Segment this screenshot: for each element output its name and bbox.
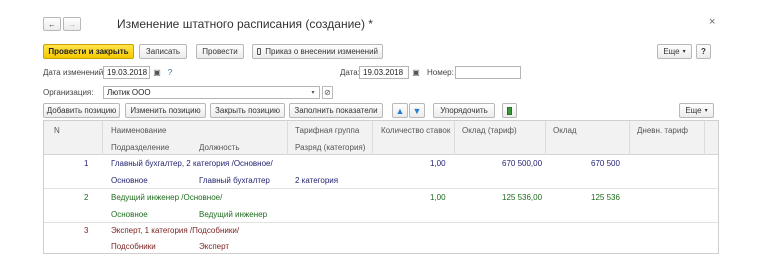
print-order-button[interactable]: Приказ о внесении изменений xyxy=(252,44,383,59)
col-category[interactable]: Разряд (категория) xyxy=(295,143,365,152)
row1-category[interactable]: 2 категория xyxy=(295,176,338,185)
more-menu-button[interactable]: Еще ▾ xyxy=(657,44,692,59)
table-export-icon xyxy=(507,106,512,115)
row2-division[interactable]: Основное xyxy=(111,210,148,219)
row2-salary[interactable]: 125 536 xyxy=(591,193,620,202)
row1-name[interactable]: Главный бухгалтер, 2 категория /Основное… xyxy=(111,159,273,168)
calendar-icon-2[interactable]: ▣ xyxy=(411,66,421,79)
col-salary[interactable]: Оклад xyxy=(553,126,577,135)
printer-icon xyxy=(257,48,262,55)
sort-button[interactable]: Упорядочить xyxy=(433,103,495,118)
row2-salary-tariff[interactable]: 125 536,00 xyxy=(502,193,542,202)
post-button[interactable]: Провести xyxy=(196,44,244,59)
window-title: Изменение штатного расписания (создание)… xyxy=(117,17,373,31)
row1-salary[interactable]: 670 500 xyxy=(591,159,620,168)
col-division[interactable]: Подразделение xyxy=(111,143,169,152)
row1-n[interactable]: 1 xyxy=(84,159,88,168)
row3-n[interactable]: 3 xyxy=(84,226,88,235)
help-button[interactable]: ? xyxy=(696,44,711,59)
row2-n[interactable]: 2 xyxy=(84,193,88,202)
col-count[interactable]: Количество ставок xyxy=(381,126,450,135)
edit-position-button[interactable]: Изменить позицию xyxy=(125,103,206,118)
close-icon[interactable]: × xyxy=(709,16,715,28)
close-position-button[interactable]: Закрыть позицию xyxy=(210,103,285,118)
print-order-label: Приказ о внесении изменений xyxy=(265,47,378,56)
col-salary-tariff[interactable]: Оклад (тариф) xyxy=(462,126,517,135)
fill-indicators-button[interactable]: Заполнить показатели xyxy=(289,103,383,118)
col-position[interactable]: Должность xyxy=(199,143,240,152)
date-label: Дата: xyxy=(340,68,360,77)
number-field[interactable] xyxy=(455,66,521,79)
add-position-button[interactable]: Добавить позицию xyxy=(43,103,120,118)
forward-button[interactable]: → xyxy=(63,17,81,31)
row2-position[interactable]: Ведущий инженер xyxy=(199,210,267,219)
chevron-down-icon: ▾ xyxy=(682,49,686,55)
col-tariff-group[interactable]: Тарифная группа xyxy=(295,126,359,135)
row3-name[interactable]: Эксперт, 1 категория /Подсобники/ xyxy=(111,226,239,235)
table-more-button[interactable]: Еще ▾ xyxy=(679,103,714,118)
row2-name[interactable]: Ведущий инженер /Основное/ xyxy=(111,193,222,202)
positions-table[interactable]: N Наименование Подразделение Должность Т… xyxy=(43,120,719,254)
col-daily-tariff[interactable]: Дневн. тариф xyxy=(637,126,688,135)
row2-count[interactable]: 1,00 xyxy=(430,193,446,202)
table-header: N Наименование Подразделение Должность Т… xyxy=(44,121,718,155)
more-label: Еще xyxy=(663,47,680,56)
move-up-button[interactable]: ▲ xyxy=(392,103,408,118)
date-field[interactable]: 19.03.2018 xyxy=(359,66,409,79)
excel-export-button[interactable] xyxy=(502,103,517,118)
row1-salary-tariff[interactable]: 670 500,00 xyxy=(502,159,542,168)
organization-field[interactable]: Лютик ООО xyxy=(103,86,320,99)
help-link-icon[interactable]: ? xyxy=(165,66,175,79)
save-button[interactable]: Записать xyxy=(139,44,187,59)
open-link-icon[interactable]: ⊘ xyxy=(322,86,333,99)
organization-label: Организация: xyxy=(43,88,94,97)
row1-division[interactable]: Основное xyxy=(111,176,148,185)
row1-count[interactable]: 1,00 xyxy=(430,159,446,168)
table-more-label: Еще xyxy=(685,106,702,115)
post-and-close-button[interactable]: Провести и закрыть xyxy=(43,44,134,59)
row3-division[interactable]: Подсобники xyxy=(111,242,156,251)
move-down-button[interactable]: ▼ xyxy=(409,103,425,118)
change-date-field[interactable]: 19.03.2018 xyxy=(103,66,150,79)
col-n[interactable]: N xyxy=(54,126,60,135)
number-label: Номер: xyxy=(427,68,454,77)
row3-position[interactable]: Эксперт xyxy=(199,242,229,251)
chevron-down-icon-2: ▾ xyxy=(704,108,708,114)
calendar-icon[interactable]: ▣ xyxy=(152,66,162,79)
col-name[interactable]: Наименование xyxy=(111,126,166,135)
row1-position[interactable]: Главный бухгалтер xyxy=(199,176,270,185)
back-button[interactable]: ← xyxy=(43,17,61,31)
dropdown-icon[interactable]: ▾ xyxy=(308,86,318,99)
arrow-down-icon: ▼ xyxy=(412,105,422,116)
change-date-label: Дата изменений: xyxy=(43,68,106,77)
arrow-up-icon: ▲ xyxy=(395,105,405,116)
